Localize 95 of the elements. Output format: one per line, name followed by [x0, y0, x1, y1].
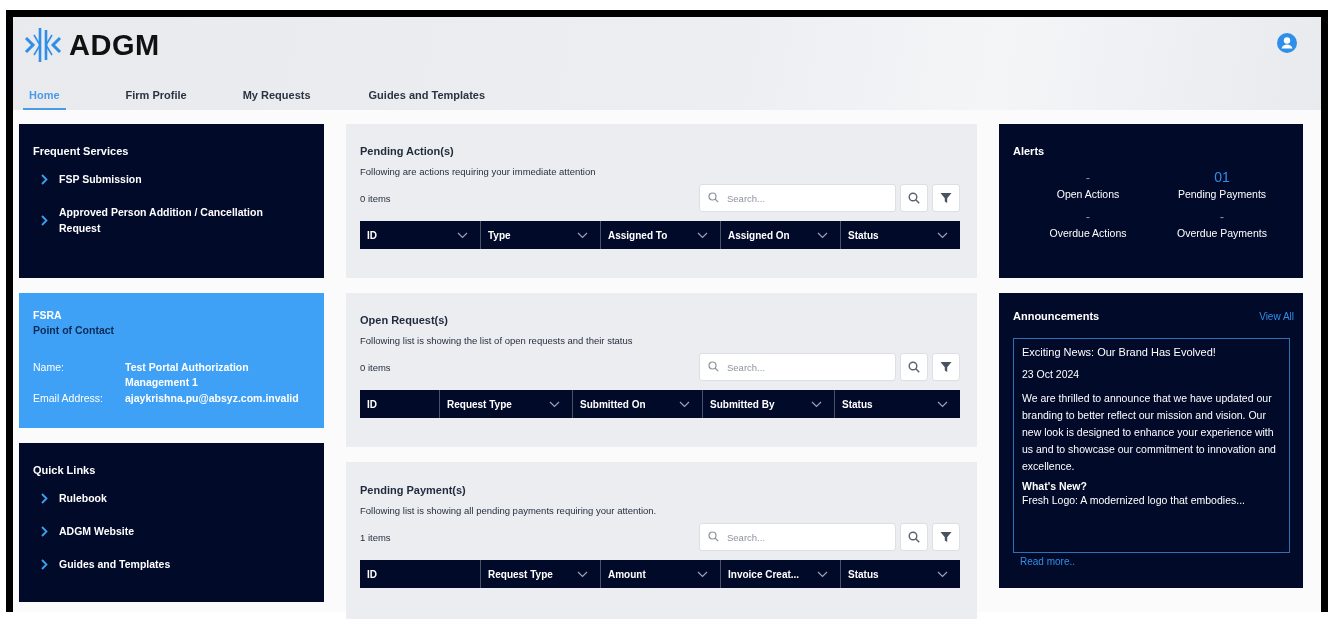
column-header[interactable]: Submitted On — [572, 390, 702, 418]
alert-label: Pending Payments — [1177, 188, 1267, 200]
service-link[interactable]: Rulebook — [59, 490, 107, 506]
chevron-down-icon[interactable] — [457, 231, 468, 239]
column-header[interactable]: Assigned On — [720, 221, 840, 249]
panel-description: Following list is showing all pending payments requiring your attention. — [360, 505, 657, 516]
item-count: 0 items — [360, 361, 392, 373]
nav-tab[interactable]: Firm Profile — [119, 85, 193, 110]
search-icon — [708, 361, 719, 372]
panel-title: Pending Payment(s) — [360, 484, 466, 496]
chevron-down-icon[interactable] — [937, 570, 948, 578]
chevron-down-icon[interactable] — [679, 400, 690, 408]
column-header[interactable]: Submitted By — [702, 390, 834, 418]
column-header[interactable]: Assigned To — [600, 221, 720, 249]
service-link[interactable]: ADGM Website — [59, 523, 135, 539]
chevron-icon — [41, 214, 48, 226]
chevron-down-icon[interactable] — [937, 231, 948, 239]
search-icon[interactable] — [908, 361, 920, 373]
panel-title: Pending Action(s) — [360, 145, 454, 157]
column-header[interactable]: ID — [360, 390, 439, 418]
nav-tab[interactable]: Guides and Templates — [362, 85, 492, 110]
alert-count: - — [1219, 208, 1225, 225]
search-button[interactable] — [900, 184, 928, 212]
announcement-subheading: What's New? — [1022, 480, 1088, 492]
announcement-body: We are thrilled to announce that we have updated our branding to better reflect our mission and vision. Our new look is designed to enhance your experience with us and to showcase our commitment to innovation and excellence. — [1022, 391, 1277, 474]
chevron-down-icon[interactable] — [817, 570, 828, 578]
panel-description: Following are actions requiring your immediate attention — [360, 166, 596, 177]
column-header[interactable]: Status — [840, 221, 960, 249]
search-icon — [708, 531, 719, 542]
item-count: 0 items — [360, 192, 392, 204]
announcement-headline: Exciting News: Our Brand Has Evolved! — [1022, 346, 1217, 358]
filter-button[interactable] — [932, 523, 960, 551]
chevron-down-icon[interactable] — [577, 570, 588, 578]
field-value: ajaykrishna.pu@absyz.com.invalid — [125, 391, 300, 406]
nav-tab[interactable]: My Requests — [236, 85, 317, 110]
logo-text: ADGM — [69, 28, 160, 62]
alert-label: Overdue Actions — [1049, 227, 1127, 239]
search-field[interactable]: Search... — [699, 184, 896, 212]
chevron-icon — [41, 173, 48, 185]
logo-icon — [23, 25, 63, 65]
chevron-icon — [41, 492, 48, 504]
chevron-icon — [41, 558, 48, 570]
filter-icon[interactable] — [940, 192, 952, 204]
card-title: Alerts — [1013, 145, 1045, 157]
search-icon[interactable] — [908, 531, 920, 543]
panel-description: Following list is showing the list of open requests and their status — [360, 335, 633, 346]
user-avatar-icon[interactable] — [1277, 33, 1297, 53]
alert-label: Overdue Payments — [1177, 227, 1267, 239]
field-label: Email Address: — [33, 391, 105, 406]
chevron-down-icon[interactable] — [577, 231, 588, 239]
chevron-down-icon[interactable] — [549, 400, 560, 408]
read-more-link[interactable]: Read more.. — [1020, 556, 1076, 567]
filter-icon[interactable] — [940, 531, 952, 543]
announcement-teaser: Fresh Logo: A modernized logo that embodies... — [1022, 494, 1246, 506]
column-header[interactable]: Invoice Creat... — [720, 560, 840, 588]
alert-count: - — [1085, 169, 1091, 186]
view-all-link[interactable]: View All — [1259, 310, 1294, 322]
card-title: Frequent Services — [33, 145, 129, 157]
announcement-date: 23 Oct 2024 — [1022, 368, 1081, 380]
column-header[interactable]: Type — [480, 221, 600, 249]
chevron-down-icon[interactable] — [937, 400, 948, 408]
panel-title: Open Request(s) — [360, 314, 448, 326]
column-header[interactable]: Amount — [600, 560, 720, 588]
card-title: Announcements — [1013, 310, 1100, 322]
service-link[interactable]: FSP Submission — [59, 171, 142, 187]
column-header[interactable]: Request Type — [480, 560, 600, 588]
contact-title: Point of Contact — [33, 324, 115, 336]
search-button[interactable] — [900, 353, 928, 381]
field-label: Name: — [33, 360, 65, 375]
column-header[interactable]: Status — [834, 390, 960, 418]
chevron-icon — [41, 525, 48, 537]
service-link[interactable]: Guides and Templates — [59, 556, 171, 572]
alert-count: 01 — [1214, 169, 1230, 186]
chevron-down-icon[interactable] — [697, 231, 708, 239]
column-header[interactable]: Request Type — [439, 390, 572, 418]
column-header[interactable]: ID — [360, 221, 480, 249]
search-icon — [708, 192, 719, 203]
search-field[interactable]: Search... — [699, 523, 896, 551]
item-count: 1 items — [360, 531, 392, 543]
search-field[interactable]: Search... — [699, 353, 896, 381]
search-icon[interactable] — [908, 192, 920, 204]
chevron-down-icon[interactable] — [697, 570, 708, 578]
column-header[interactable]: ID — [360, 560, 480, 588]
card-title: Quick Links — [33, 464, 96, 476]
service-link[interactable]: Approved Person Addition / Cancellation Request — [59, 204, 274, 236]
filter-icon[interactable] — [940, 361, 952, 373]
alert-count: - — [1085, 208, 1091, 225]
filter-button[interactable] — [932, 353, 960, 381]
column-header[interactable]: Status — [840, 560, 960, 588]
alert-label: Open Actions — [1056, 188, 1120, 200]
chevron-down-icon[interactable] — [817, 231, 828, 239]
search-button[interactable] — [900, 523, 928, 551]
chevron-down-icon[interactable] — [811, 400, 822, 408]
filter-button[interactable] — [932, 184, 960, 212]
contact-organization: FSRA — [33, 309, 62, 321]
